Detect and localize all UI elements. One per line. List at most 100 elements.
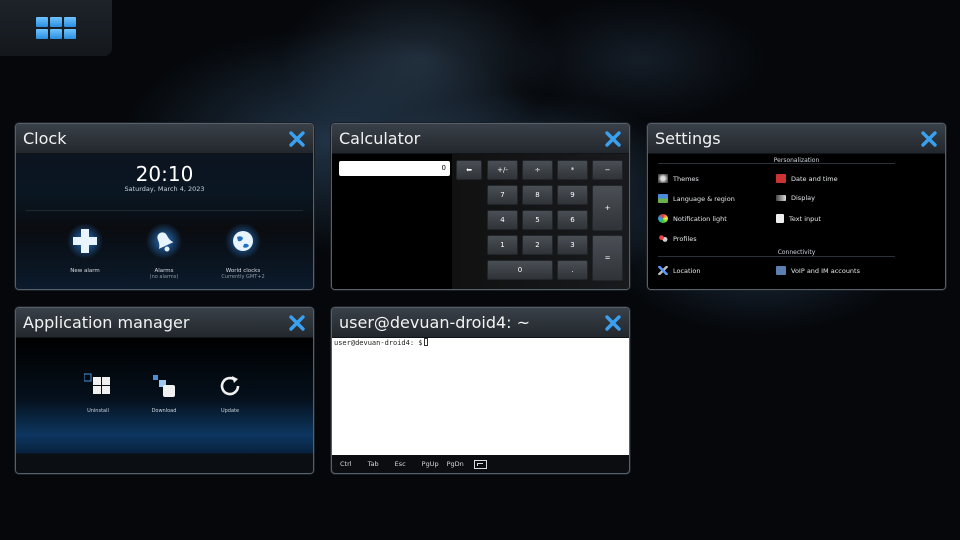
update-icon [220, 376, 240, 396]
task-card-settings[interactable]: Settings Personalization Themes Date and… [647, 123, 946, 290]
close-icon [605, 131, 621, 147]
world-clocks-status: Currently GMT+2 [221, 274, 265, 280]
download-label: Download [151, 408, 177, 414]
plus-key[interactable]: + [592, 185, 623, 231]
task-card-application-manager[interactable]: Application manager Uninstall Download U… [15, 307, 314, 474]
equals-key[interactable]: = [592, 235, 623, 281]
settings-display[interactable]: Display [776, 194, 815, 202]
keyboard-icon[interactable] [473, 459, 487, 469]
settings-profiles[interactable]: Profiles [658, 234, 697, 243]
app-launcher-button[interactable] [0, 0, 112, 56]
key-3[interactable]: 3 [557, 235, 588, 255]
terminal-toolbar: Ctrl Tab Esc PgUp PgDn [332, 455, 629, 473]
alarms-button[interactable]: Alarms (no alarms) [124, 222, 204, 280]
key-2[interactable]: 2 [522, 235, 553, 255]
settings-item-label: Text input [789, 214, 821, 223]
section-connectivity: Connectivity [777, 249, 816, 256]
divider [658, 163, 895, 164]
card-titlebar: Settings [648, 124, 945, 154]
update-button[interactable]: Update [200, 372, 260, 414]
new-alarm-button[interactable]: New alarm [45, 222, 125, 274]
globe-icon [225, 223, 261, 259]
key-0[interactable]: 0 [487, 260, 553, 280]
voip-icon [776, 266, 786, 275]
divide-key[interactable]: ÷ [522, 160, 553, 180]
terminal-prompt: user@devuan-droid4: $ [334, 339, 423, 347]
alarms-status: (no alarms) [149, 274, 179, 280]
close-icon [605, 315, 621, 331]
plus-icon [67, 223, 103, 259]
settings-item-label: Language & region [673, 194, 735, 203]
settings-location[interactable]: Location [658, 266, 701, 275]
multiply-key[interactable]: * [557, 160, 588, 180]
task-card-calculator[interactable]: Calculator 0 ⬅ +/- ÷ * − 7 8 9 + 4 5 6 1… [331, 123, 630, 290]
settings-item-label: Themes [673, 174, 699, 183]
key-5[interactable]: 5 [522, 210, 553, 230]
settings-item-label: Notification light [673, 214, 727, 223]
task-card-clock[interactable]: Clock 20:10 Saturday, March 4, 2023 New … [15, 123, 314, 290]
app-grid-icon [36, 17, 76, 39]
calculator-keypad: ⬅ +/- ÷ * − 7 8 9 + 4 5 6 1 2 3 = 0 . [452, 154, 629, 289]
key-4[interactable]: 4 [487, 210, 518, 230]
minus-key[interactable]: − [592, 160, 623, 180]
card-titlebar: Application manager [16, 308, 313, 338]
download-button[interactable]: Download [134, 372, 194, 414]
backspace-key[interactable]: ⬅ [456, 160, 482, 180]
world-clocks-button[interactable]: World clocks Currently GMT+2 [203, 222, 283, 280]
terminal-prompt-line: user@devuan-droid4: $ [334, 338, 428, 347]
settings-language[interactable]: Language & region [658, 194, 735, 203]
uninstall-label: Uninstall [87, 408, 109, 414]
card-titlebar: Clock [16, 124, 313, 154]
key-7[interactable]: 7 [487, 185, 518, 205]
ctrl-key[interactable]: Ctrl [340, 460, 352, 468]
close-icon [921, 131, 937, 147]
card-title: Calculator [339, 129, 421, 148]
key-9[interactable]: 9 [557, 185, 588, 205]
uninstall-icon [83, 373, 110, 394]
card-title: Clock [23, 129, 67, 148]
themes-icon [658, 174, 668, 183]
key-8[interactable]: 8 [522, 185, 553, 205]
clock-preview: 20:10 Saturday, March 4, 2023 New alarm … [16, 154, 313, 289]
close-settings-button[interactable] [919, 129, 939, 149]
decimal-key[interactable]: . [557, 260, 588, 280]
card-title: Application manager [23, 313, 190, 332]
update-label: Update [220, 408, 240, 414]
new-alarm-label: New alarm [70, 268, 100, 274]
settings-item-label: Profiles [673, 234, 697, 243]
clock-date: Saturday, March 4, 2023 [124, 185, 205, 193]
uninstall-button[interactable]: Uninstall [68, 372, 128, 414]
settings-date-time[interactable]: Date and time [776, 174, 838, 183]
settings-voip[interactable]: VoIP and IM accounts [776, 266, 860, 275]
divider [26, 210, 303, 211]
settings-item-label: Date and time [791, 174, 838, 183]
terminal-preview[interactable]: user@devuan-droid4: $ Ctrl Tab Esc PgUp … [332, 338, 629, 473]
card-title: user@devuan-droid4: ~ [339, 313, 531, 332]
key-1[interactable]: 1 [487, 235, 518, 255]
settings-preview: Personalization Themes Date and time Lan… [648, 154, 945, 289]
display-icon [776, 195, 786, 201]
appmgr-preview: Uninstall Download Update [16, 338, 313, 473]
task-card-terminal[interactable]: user@devuan-droid4: ~ user@devuan-droid4… [331, 307, 630, 474]
key-6[interactable]: 6 [557, 210, 588, 230]
tab-key[interactable]: Tab [368, 460, 379, 468]
settings-text-input[interactable]: Text input [776, 214, 821, 223]
settings-notification-light[interactable]: Notification light [658, 214, 727, 223]
pgup-key[interactable]: PgUp [422, 460, 439, 468]
notification-light-icon [658, 214, 668, 223]
pgdn-key[interactable]: PgDn [447, 460, 464, 468]
download-icon [153, 375, 175, 397]
close-terminal-button[interactable] [603, 313, 623, 333]
card-titlebar: Calculator [332, 124, 629, 154]
card-titlebar: user@devuan-droid4: ~ [332, 308, 629, 338]
plusminus-key[interactable]: +/- [487, 160, 518, 180]
esc-key[interactable]: Esc [395, 460, 406, 468]
calculator-display[interactable]: 0 [339, 161, 450, 176]
close-clock-button[interactable] [287, 129, 307, 149]
calculator-preview: 0 ⬅ +/- ÷ * − 7 8 9 + 4 5 6 1 2 3 = 0 . [332, 154, 629, 289]
terminal-cursor [423, 338, 428, 346]
close-icon [289, 315, 305, 331]
close-calculator-button[interactable] [603, 129, 623, 149]
settings-themes[interactable]: Themes [658, 174, 699, 183]
close-appmgr-button[interactable] [287, 313, 307, 333]
